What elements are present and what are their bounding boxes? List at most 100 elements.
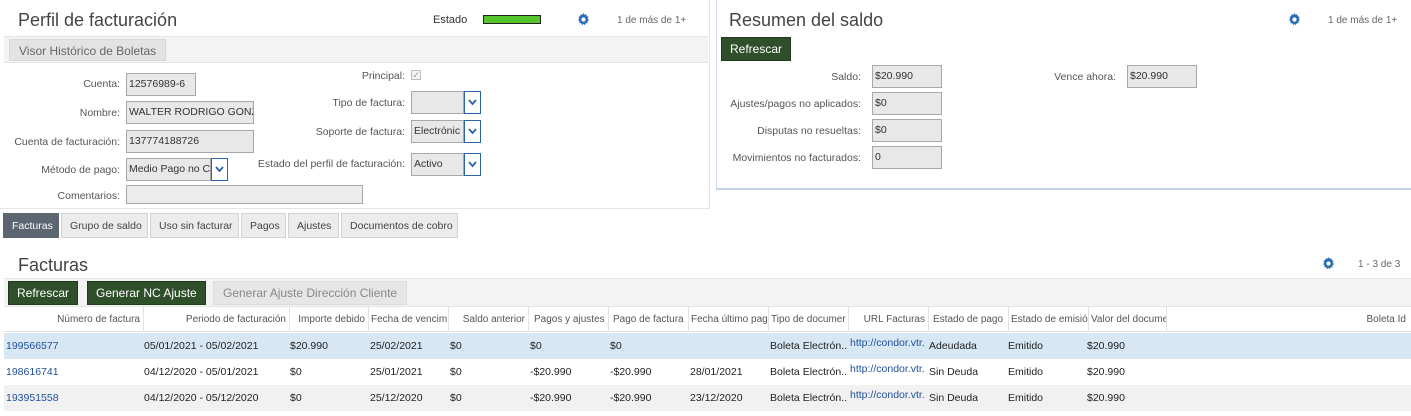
- disputas-field[interactable]: $0: [872, 119, 942, 142]
- col-periodo-facturacion[interactable]: Periodo de facturación: [144, 307, 290, 332]
- tab-grupo-saldo[interactable]: Grupo de saldo: [61, 213, 148, 238]
- vence-ahora-field[interactable]: $20.990: [1127, 65, 1197, 88]
- gear-icon[interactable]: [1322, 257, 1335, 270]
- tab-uso-sin-facturar[interactable]: Uso sin facturar: [150, 213, 239, 238]
- resumen-title: Resumen del saldo: [729, 10, 884, 30]
- cuenta-facturacion-label: Cuenta de facturación:: [14, 136, 120, 148]
- importe-cell: $0: [290, 392, 302, 404]
- facturas-panel: Facturas 1 - 3 de 3 Refrescar Generar NC…: [0, 245, 1411, 416]
- chevron-down-icon: [468, 99, 477, 106]
- fecha-ultimo-pago-cell: 28/01/2021: [690, 366, 743, 378]
- chevron-down-icon: [468, 128, 477, 135]
- saldo-field[interactable]: $20.990: [872, 65, 942, 88]
- col-fecha-vencimiento[interactable]: Fecha de vencim: [369, 307, 449, 332]
- soporte-factura-select[interactable]: Electrónic: [411, 120, 481, 143]
- fecha-vencimiento-cell: 25/02/2021: [370, 340, 423, 352]
- col-saldo-anterior[interactable]: Saldo anterior: [449, 307, 529, 332]
- tipo-documento-cell: Boleta Electrón...: [770, 392, 848, 404]
- numero-factura-link[interactable]: 193951558: [6, 385, 59, 411]
- col-tipo-documento[interactable]: Tipo de documer: [769, 307, 849, 332]
- comentarios-label: Comentarios:: [57, 190, 120, 202]
- saldo-anterior-cell: $0: [450, 340, 462, 352]
- facturas-title: Facturas: [18, 255, 89, 275]
- col-url-facturas[interactable]: URL Facturas: [849, 307, 929, 332]
- soporte-factura-value: Electrónic: [411, 120, 464, 143]
- pagos-ajustes-cell: -$20.990: [530, 366, 572, 378]
- cuenta-facturacion-field[interactable]: 137774188726: [126, 130, 254, 153]
- facturas-refresh-button[interactable]: Refrescar: [8, 281, 79, 305]
- vence-ahora-label: Vence ahora:: [1054, 71, 1116, 83]
- facturas-pager[interactable]: 1 - 3 de 3: [1358, 259, 1400, 270]
- url-factura-link[interactable]: http://condor.vtr.: [850, 382, 928, 408]
- facturas-grid-header: Número de factura Periodo de facturación…: [4, 307, 1411, 332]
- pago-factura-cell: -$20.990: [610, 392, 652, 404]
- importe-cell: $20.990: [290, 340, 328, 352]
- resumen-pager[interactable]: 1 de más de 1+: [1328, 15, 1397, 26]
- fecha-ultimo-pago-cell: 23/12/2020: [690, 392, 743, 404]
- col-boleta-id[interactable]: Boleta Id: [1167, 307, 1409, 332]
- col-importe-debido[interactable]: Importe debido: [290, 307, 369, 332]
- table-row[interactable]: 193951558 04/12/2020 - 05/12/2020 $0 25/…: [4, 385, 1411, 411]
- tab-ajustes[interactable]: Ajustes: [288, 213, 339, 238]
- soporte-factura-dropdown-button[interactable]: [464, 120, 481, 143]
- url-factura-link[interactable]: http://condor.vtr.: [850, 356, 928, 382]
- cuenta-field[interactable]: 12576989-6: [126, 73, 196, 96]
- movimientos-label: Movimientos no facturados:: [732, 152, 861, 164]
- tipo-factura-label: Tipo de factura:: [332, 97, 405, 109]
- metodo-pago-dropdown-button[interactable]: [211, 158, 228, 181]
- tab-pagos[interactable]: Pagos: [241, 213, 286, 238]
- disputas-label: Disputas no resueltas:: [757, 125, 861, 137]
- ajustes-label: Ajustes/pagos no aplicados:: [730, 98, 861, 110]
- tab-facturas[interactable]: Facturas: [3, 213, 59, 238]
- gear-icon[interactable]: [1288, 13, 1301, 26]
- estado-perfil-select[interactable]: Activo: [411, 153, 481, 176]
- col-pagos-ajustes[interactable]: Pagos y ajustes: [529, 307, 609, 332]
- periodo-cell: 04/12/2020 - 05/12/2020: [144, 392, 259, 404]
- nombre-field[interactable]: WALTER RODRIGO GONZA: [126, 101, 254, 124]
- pagos-ajustes-cell: -$20.990: [530, 392, 572, 404]
- valor-documento-cell: $20.990: [1087, 366, 1125, 378]
- perfil-title: Perfil de facturación: [18, 10, 178, 30]
- comentarios-textarea[interactable]: [126, 185, 363, 204]
- estado-pago-cell: Adeudada: [929, 340, 977, 352]
- valor-documento-cell: $20.990: [1087, 340, 1125, 352]
- fecha-vencimiento-cell: 25/01/2021: [370, 366, 423, 378]
- estado-perfil-dropdown-button[interactable]: [464, 153, 481, 176]
- col-estado-pago[interactable]: Estado de pago: [929, 307, 1009, 332]
- estado-emision-cell: Emitido: [1008, 366, 1044, 378]
- perfil-facturacion-panel: Perfil de facturación Estado 1 de más de…: [0, 0, 710, 209]
- gear-icon[interactable]: [577, 13, 590, 26]
- table-row[interactable]: 199566577 05/01/2021 - 05/02/2021 $20.99…: [4, 333, 1411, 359]
- col-estado-emision[interactable]: Estado de emisió: [1009, 307, 1089, 332]
- col-valor-documento[interactable]: Valor del docume: [1089, 307, 1167, 332]
- saldo-label: Saldo:: [831, 71, 861, 83]
- saldo-anterior-cell: $0: [450, 366, 462, 378]
- principal-checkbox[interactable]: ✓: [411, 70, 421, 80]
- chevron-down-icon: [215, 166, 224, 173]
- perfil-pager[interactable]: 1 de más de 1+: [617, 15, 686, 26]
- soporte-factura-label: Soporte de factura:: [315, 126, 405, 138]
- tipo-factura-value: [411, 91, 464, 114]
- estado-indicator: [483, 15, 541, 24]
- tab-documentos-cobro[interactable]: Documentos de cobro: [341, 213, 458, 238]
- col-pago-factura[interactable]: Pago de factura: [609, 307, 689, 332]
- numero-factura-link[interactable]: 198616741: [6, 359, 59, 385]
- periodo-cell: 04/12/2020 - 05/01/2021: [144, 366, 259, 378]
- col-numero-factura[interactable]: Número de factura: [4, 307, 144, 332]
- movimientos-field[interactable]: 0: [872, 146, 942, 169]
- tipo-factura-select[interactable]: [411, 91, 481, 114]
- estado-emision-cell: Emitido: [1008, 392, 1044, 404]
- visor-historico-tab[interactable]: Visor Histórico de Boletas: [9, 39, 167, 61]
- url-factura-link[interactable]: http://condor.vtr.: [850, 330, 928, 356]
- table-row[interactable]: 198616741 04/12/2020 - 05/01/2021 $0 25/…: [4, 359, 1411, 385]
- generar-ajuste-direccion-button[interactable]: Generar Ajuste Dirección Cliente: [213, 281, 408, 305]
- estado-perfil-label: Estado del perfil de facturación:: [257, 158, 405, 170]
- generar-nc-ajuste-button[interactable]: Generar NC Ajuste: [87, 281, 206, 305]
- ajustes-field[interactable]: $0: [872, 92, 942, 115]
- metodo-pago-select[interactable]: Medio Pago no C: [126, 158, 228, 181]
- numero-factura-link[interactable]: 199566577: [6, 333, 59, 359]
- resumen-saldo-panel: Resumen del saldo 1 de más de 1+ Refresc…: [716, 0, 1411, 190]
- col-fecha-ultimo-pago[interactable]: Fecha último pag: [689, 307, 769, 332]
- tipo-factura-dropdown-button[interactable]: [464, 91, 481, 114]
- resumen-refresh-button[interactable]: Refrescar: [721, 37, 792, 61]
